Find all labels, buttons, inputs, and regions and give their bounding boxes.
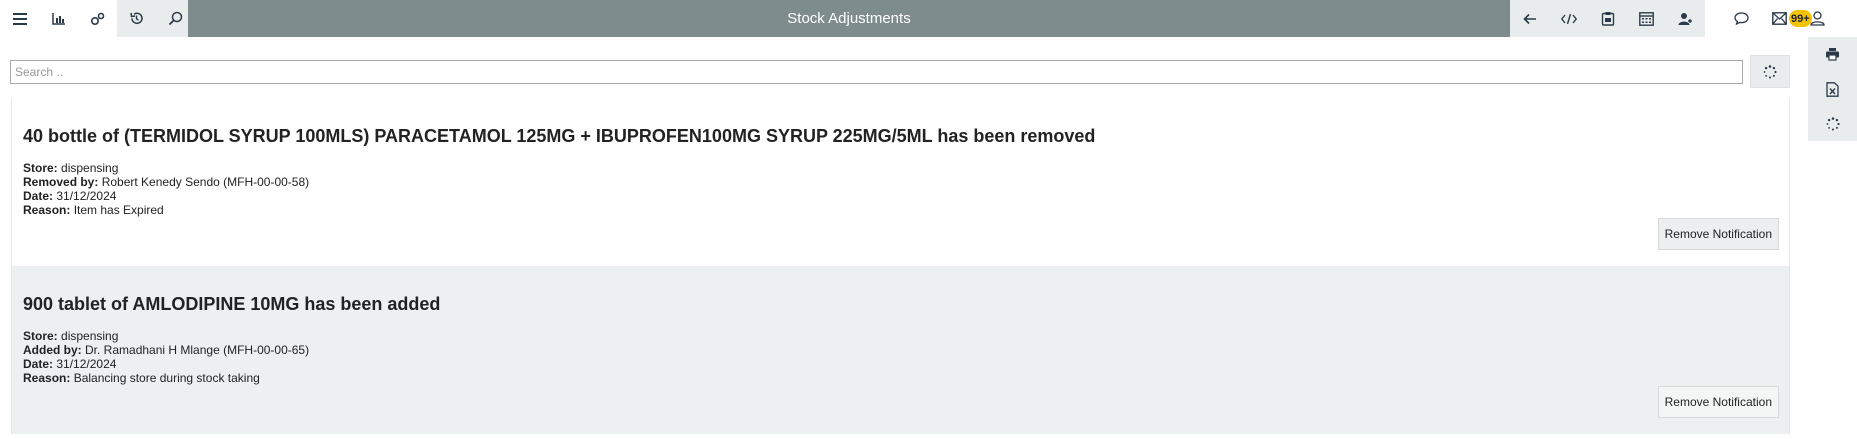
- store-line: Store: dispensing: [23, 161, 1789, 175]
- removed-by-line: Removed by: Robert Kenedy Sendo (MFH-00-…: [23, 175, 1789, 189]
- excel-file-icon: [1826, 81, 1839, 97]
- store-value: dispensing: [61, 329, 119, 343]
- date-value: 31/12/2024: [56, 357, 117, 371]
- remove-notification-button[interactable]: Remove Notification: [1657, 218, 1779, 250]
- notification-card: 900 tablet of AMLODIPINE 10MG has been a…: [11, 266, 1790, 434]
- date-label: Date:: [23, 189, 54, 203]
- notification-title: 40 bottle of (TERMIDOL SYRUP 100MLS) PAR…: [23, 126, 1096, 146]
- bar-chart-icon: [51, 12, 65, 25]
- printer-icon: [1826, 48, 1839, 61]
- menu-button[interactable]: [0, 0, 39, 37]
- store-value: dispensing: [61, 161, 119, 175]
- date-line: Date: 31/12/2024: [23, 189, 1789, 203]
- print-button[interactable]: [1808, 37, 1857, 72]
- notification-list: 40 bottle of (TERMIDOL SYRUP 100MLS) PAR…: [11, 98, 1790, 434]
- search-row: [10, 55, 1790, 88]
- patient-button[interactable]: [1666, 0, 1705, 37]
- top-bar: Stock Adjustments 99+: [0, 0, 1857, 37]
- added-by-line: Added by: Dr. Ramadhani H Mlange (MFH-00…: [23, 343, 1789, 357]
- loading-button[interactable]: [1808, 106, 1857, 141]
- reports-button[interactable]: [39, 0, 78, 37]
- refresh-button[interactable]: [1750, 55, 1790, 88]
- clipboard-icon: [1601, 12, 1614, 26]
- notification-card: 40 bottle of (TERMIDOL SYRUP 100MLS) PAR…: [11, 98, 1790, 266]
- reason-line: Reason: Balancing store during stock tak…: [23, 371, 1789, 385]
- search-input[interactable]: [10, 60, 1743, 84]
- store-label: Store:: [23, 329, 58, 343]
- added-by-value: Dr. Ramadhani H Mlange (MFH-00-00-65): [85, 343, 310, 357]
- calculator-icon: [1639, 11, 1654, 26]
- gears-icon: [90, 12, 104, 25]
- settings-button[interactable]: [78, 0, 117, 37]
- date-value: 31/12/2024: [56, 189, 117, 203]
- hamburger-icon: [12, 12, 27, 25]
- spinner-icon: [1763, 64, 1777, 78]
- user-medical-icon: [1678, 12, 1692, 25]
- notification-title: 900 tablet of AMLODIPINE 10MG has been a…: [23, 294, 441, 314]
- messages-button[interactable]: [1722, 0, 1760, 37]
- chat-bubble-icon: [1733, 12, 1749, 25]
- side-actions-panel: [1808, 37, 1857, 141]
- clipboard-button[interactable]: [1588, 0, 1627, 37]
- reason-label: Reason:: [23, 203, 71, 217]
- code-icon: [1560, 13, 1577, 24]
- history-icon: [130, 12, 143, 25]
- notification-count-badge: 99+: [1789, 10, 1812, 27]
- user-toolbar: [1722, 0, 1836, 37]
- code-button[interactable]: [1549, 0, 1588, 37]
- right-toolbar: [1510, 0, 1705, 37]
- reason-label: Reason:: [23, 371, 71, 385]
- reason-value: Balancing store during stock taking: [73, 371, 260, 385]
- left-toolbar: [0, 0, 195, 37]
- remove-notification-button[interactable]: Remove Notification: [1657, 386, 1779, 418]
- envelope-icon: [1771, 12, 1787, 25]
- removed-by-value: Robert Kenedy Sendo (MFH-00-00-58): [101, 175, 310, 189]
- back-button[interactable]: [1510, 0, 1549, 37]
- removed-by-label: Removed by:: [23, 175, 99, 189]
- user-icon: [1809, 11, 1825, 26]
- arrow-left-icon: [1522, 13, 1536, 24]
- reason-value: Item has Expired: [73, 203, 164, 217]
- date-label: Date:: [23, 357, 54, 371]
- added-by-label: Added by:: [23, 343, 82, 357]
- search-icon: [168, 11, 183, 26]
- calculator-button[interactable]: [1627, 0, 1666, 37]
- reason-line: Reason: Item has Expired: [23, 203, 1789, 217]
- spinner-icon: [1826, 116, 1840, 131]
- history-button[interactable]: [117, 0, 156, 37]
- page-title: Stock Adjustments: [188, 0, 1510, 37]
- store-label: Store:: [23, 161, 58, 175]
- date-line: Date: 31/12/2024: [23, 357, 1789, 371]
- export-excel-button[interactable]: [1808, 72, 1857, 107]
- store-line: Store: dispensing: [23, 329, 1789, 343]
